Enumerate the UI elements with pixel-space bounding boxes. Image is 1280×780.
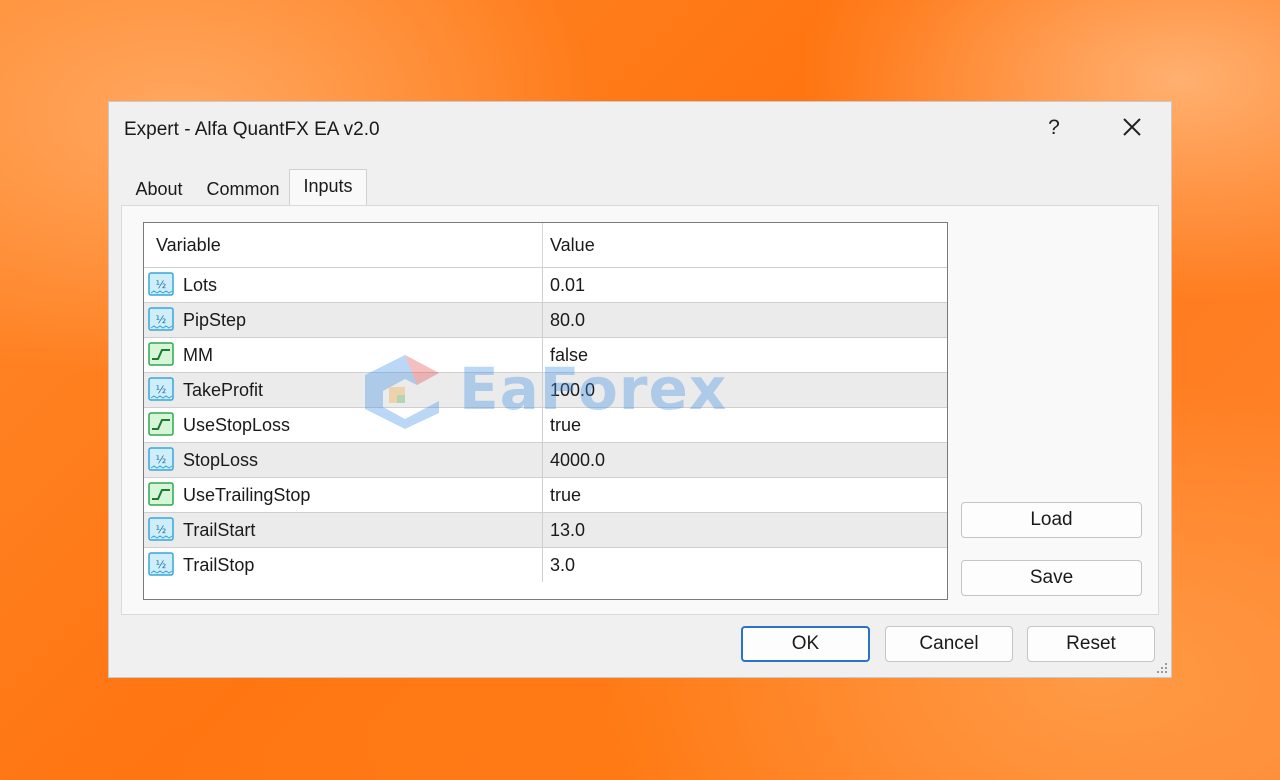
expert-dialog: Expert - Alfa QuantFX EA v2.0 ? About Co… bbox=[108, 101, 1172, 678]
variable-name: MM bbox=[183, 345, 213, 365]
table-row[interactable]: ½ TrailStart 13.0 bbox=[144, 512, 947, 547]
table-row[interactable]: ½ Lots 0.01 bbox=[144, 267, 947, 302]
cell-divider bbox=[542, 478, 543, 512]
svg-text:½: ½ bbox=[156, 453, 167, 466]
variable-name: PipStep bbox=[183, 310, 247, 330]
variable-name: TrailStop bbox=[183, 555, 255, 575]
svg-text:½: ½ bbox=[156, 278, 167, 291]
double-value-icon: ½ bbox=[148, 272, 174, 296]
variable-value[interactable]: 80.0 bbox=[550, 310, 585, 331]
svg-text:½: ½ bbox=[156, 523, 167, 536]
resize-grip-icon[interactable] bbox=[1156, 662, 1168, 674]
watermark-logo-icon bbox=[365, 355, 439, 429]
table-row[interactable]: UseTrailingStop true bbox=[144, 477, 947, 512]
variable-name: TrailStart bbox=[183, 520, 256, 540]
cell-divider bbox=[542, 513, 543, 547]
cell-divider bbox=[542, 548, 543, 582]
cell-divider bbox=[542, 268, 543, 302]
column-header-variable[interactable]: Variable bbox=[156, 235, 221, 256]
variable-value[interactable]: true bbox=[550, 485, 581, 506]
load-button[interactable]: Load bbox=[961, 502, 1142, 538]
watermark-text: EaForex bbox=[459, 355, 728, 423]
help-button[interactable]: ? bbox=[1044, 114, 1064, 142]
save-button[interactable]: Save bbox=[961, 560, 1142, 596]
boolean-value-icon bbox=[148, 482, 174, 506]
boolean-value-icon bbox=[148, 412, 174, 436]
variable-value[interactable]: 13.0 bbox=[550, 520, 585, 541]
double-value-icon: ½ bbox=[148, 307, 174, 331]
variable-value[interactable]: 3.0 bbox=[550, 555, 575, 576]
close-button[interactable] bbox=[1117, 112, 1147, 142]
svg-text:½: ½ bbox=[156, 383, 167, 396]
inputs-panel: Variable Value ½ Lots 0.01 ½ PipStep 80.0 MM fa… bbox=[121, 205, 1159, 615]
column-header-value[interactable]: Value bbox=[550, 235, 595, 256]
boolean-value-icon bbox=[148, 342, 174, 366]
tab-about[interactable]: About bbox=[121, 174, 197, 204]
svg-text:½: ½ bbox=[156, 313, 167, 326]
cancel-button[interactable]: Cancel bbox=[885, 626, 1013, 662]
variable-name: Lots bbox=[183, 275, 218, 295]
column-divider[interactable] bbox=[542, 223, 543, 267]
double-value-icon: ½ bbox=[148, 517, 174, 541]
variable-name: UseTrailingStop bbox=[183, 485, 311, 505]
svg-text:½: ½ bbox=[156, 558, 167, 571]
table-row[interactable]: ½ StopLoss 4000.0 bbox=[144, 442, 947, 477]
cell-divider bbox=[542, 303, 543, 337]
double-value-icon: ½ bbox=[148, 447, 174, 471]
double-value-icon: ½ bbox=[148, 377, 174, 401]
variable-value[interactable]: 4000.0 bbox=[550, 450, 605, 471]
table-row[interactable]: ½ TrailStop 3.0 bbox=[144, 547, 947, 582]
grid-header: Variable Value bbox=[144, 223, 947, 267]
tab-inputs[interactable]: Inputs bbox=[289, 169, 367, 206]
variable-name: UseStopLoss bbox=[183, 415, 291, 435]
variable-value[interactable]: 0.01 bbox=[550, 275, 585, 296]
table-row[interactable]: ½ PipStep 80.0 bbox=[144, 302, 947, 337]
double-value-icon: ½ bbox=[148, 552, 174, 576]
cell-divider bbox=[542, 443, 543, 477]
variable-name: TakeProfit bbox=[183, 380, 264, 400]
inputs-grid: Variable Value ½ Lots 0.01 ½ PipStep 80.0 MM fa… bbox=[143, 222, 948, 600]
variable-name: StopLoss bbox=[183, 450, 259, 470]
window-title: Expert - Alfa QuantFX EA v2.0 bbox=[124, 119, 380, 140]
reset-button[interactable]: Reset bbox=[1027, 626, 1155, 662]
watermark: EaForex bbox=[359, 351, 729, 431]
tab-common[interactable]: Common bbox=[197, 174, 289, 204]
close-icon bbox=[1123, 118, 1141, 136]
ok-button[interactable]: OK bbox=[741, 626, 870, 662]
